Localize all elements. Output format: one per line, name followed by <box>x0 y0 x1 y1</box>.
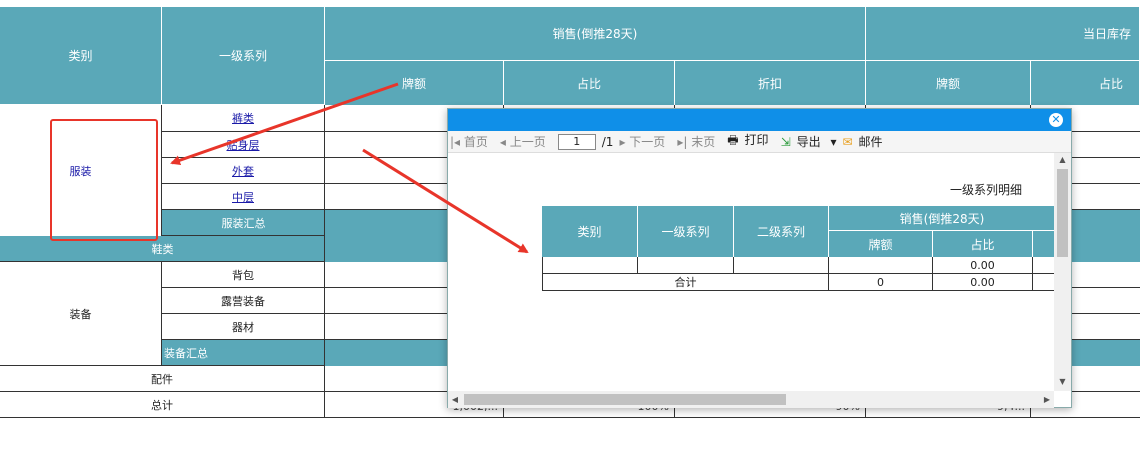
annotation-arrows <box>170 82 529 254</box>
arrow-to-detail <box>362 148 529 254</box>
